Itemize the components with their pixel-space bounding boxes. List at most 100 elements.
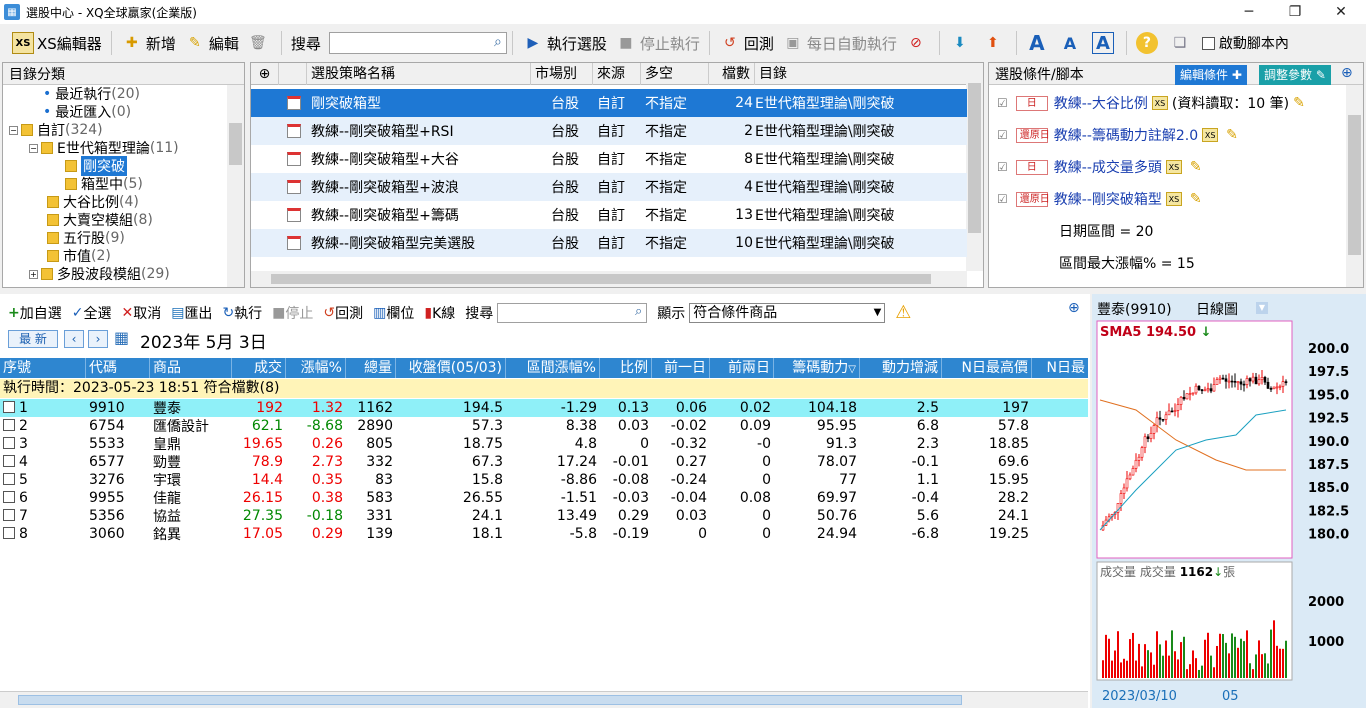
maximize-button[interactable]: ❐ [1272,0,1318,24]
latest-button[interactable]: 最 新 [8,330,58,348]
backtest-results-button[interactable]: ↺ 回測 [323,303,363,323]
run-results-button[interactable]: ↻ 執行 [222,303,262,323]
columns-button[interactable]: ▥ 欄位 [373,303,414,323]
font-reset-button[interactable]: A [1088,28,1121,58]
col-dir[interactable]: 目錄 [755,63,967,85]
col-source[interactable]: 來源 [593,63,641,85]
import-button[interactable]: ⬇ [945,28,978,58]
row-checkbox[interactable] [3,437,15,449]
edit-button[interactable]: ✎ 編輯 [180,28,243,58]
zoom-icon[interactable]: ⊕ [1068,300,1080,316]
adjust-params-button[interactable]: 調整參數 ✎ [1259,65,1331,85]
chevron-down-icon[interactable]: ▼ [1256,302,1268,314]
strategy-row[interactable]: 教練--剛突破箱型+大谷 台股 自訂 不指定 8 E世代箱型理論\剛突破 [251,145,967,173]
tree-item-five-element[interactable]: 五行股 (9) [47,229,125,247]
cancel-schedule-button[interactable]: ⊘ [901,28,934,58]
result-row[interactable]: 8 3060 銘異 17.05 0.29 139 18.1 -5.8 -0.19 0 0 24.94 -… [0,525,1088,543]
row-checkbox[interactable] [3,401,15,413]
result-row[interactable]: 3 5533 皇鼎 19.65 0.26 805 18.75 4.8 0 -0.32 -0 91.3 2… [0,435,1088,453]
row-checkbox[interactable] [3,473,15,485]
help-button[interactable]: ? [1132,28,1165,58]
col-n-more[interactable]: N日最 [1032,358,1088,378]
pencil-icon[interactable]: ✎ [1190,191,1202,207]
search-input[interactable]: ⌕ [328,32,507,54]
result-row[interactable]: 1 9910 豐泰 192 1.32 1162 194.5 -1.29 0.13 0.06 0.02… [0,399,1088,417]
col-count[interactable]: 檔數 [709,63,755,85]
xs-icon[interactable]: XS [1165,160,1182,174]
tree-item-multi-wave[interactable]: + 多股波段模組 (29) [29,265,170,283]
stop-results-button[interactable]: ■ 停止 [272,303,313,323]
pencil-icon[interactable]: ✎ [1190,159,1202,175]
tree-item-just-break[interactable]: 剛突破 [65,156,127,176]
close-button[interactable]: ✕ [1318,0,1364,24]
condition-row[interactable]: ☑ 日教練--大谷比例 XS (資料讀取：10 筆) ✎ [989,87,1347,119]
row-checkbox[interactable] [3,419,15,431]
col-price[interactable]: 成交 [232,358,286,378]
condition-row[interactable]: ☑ 還原日 教練--剛突破箱型 XS ✎ [989,183,1347,215]
condition-row[interactable]: ☑ 還原日 教練--籌碼動力註解2.0 XS ✎ [989,119,1347,151]
search-icon[interactable]: ⌕ [494,34,502,50]
xs-icon[interactable]: XS [1151,96,1168,110]
col-market[interactable]: 市場別 [531,63,593,85]
condition-name[interactable]: 教練--籌碼動力註解2.0 [1054,125,1198,145]
add-button[interactable]: ✚ 新增 [117,28,180,58]
display-select[interactable]: 符合條件商品 ▼ [689,302,886,323]
prev-date-button[interactable]: ‹ [64,330,84,348]
tree-item-box-theory[interactable]: − E世代箱型理論 (11) [29,139,179,157]
strategy-row[interactable]: 教練--剛突破箱型完美選股 台股 自訂 不指定 10 E世代箱型理論\剛突破 [251,229,967,257]
col-code[interactable]: 代碼 [86,358,150,378]
tree-item-short[interactable]: 大賣空模組 (8) [47,211,153,229]
tree-item-in-box[interactable]: 箱型中 (5) [65,175,143,193]
col-range[interactable]: 區間漲幅% [506,358,600,378]
xs-icon[interactable]: XS [1165,192,1182,206]
col-chg[interactable]: 漲幅% [286,358,346,378]
run-button[interactable]: ▶ 執行選股 [518,28,611,58]
col-seq[interactable]: 序號 [0,358,86,378]
tree-item-recent-run[interactable]: • 最近執行 (20) [43,85,140,103]
col-ls[interactable]: 多空 [641,63,709,85]
tree-item-market-cap[interactable]: 市值 (2) [47,247,111,265]
col-name[interactable]: 選股策略名稱 [307,63,531,85]
kline-button[interactable]: ▮ K線 [424,303,455,323]
col-delta[interactable]: 動力增減 [860,358,942,378]
warning-icon[interactable]: ⚠ [895,302,911,323]
result-row[interactable]: 2 6754 匯僑設計 62.1 -8.68 2890 57.3 8.38 0.03 -0.02 0… [0,417,1088,435]
xs-icon[interactable]: XS [1202,128,1219,142]
delete-button[interactable]: 🗑 [243,28,276,58]
condition-checkbox[interactable]: ☑ [997,96,1008,110]
strategy-hscrollbar[interactable] [251,271,967,287]
col-chip[interactable]: 籌碼動力▽ [774,358,860,378]
condition-name[interactable]: 教練--大谷比例 [1054,93,1148,113]
search-icon[interactable]: ⌕ [635,304,642,319]
stop-button[interactable]: ■ 停止執行 [611,28,704,58]
col-close[interactable]: 收盤價(05/03) [396,358,506,378]
zoom-icon[interactable]: ⊕ [1341,65,1353,81]
daily-auto-button[interactable]: ▣ 每日自動執行 [778,28,901,58]
calendar-icon[interactable]: ▦ [114,328,129,347]
edit-conditions-button[interactable]: 編輯條件 ✚ [1175,65,1247,85]
layout-button[interactable]: ❏ [1165,28,1198,58]
expand-icon[interactable]: + [29,269,38,279]
result-row[interactable]: 6 9955 佳龍 26.15 0.38 583 26.55 -1.51 -0.03 -0.04 0… [0,489,1088,507]
strategy-row[interactable]: 教練--剛突破箱型+籌碼 台股 自訂 不指定 13 E世代箱型理論\剛突破 [251,201,967,229]
row-checkbox[interactable] [3,455,15,467]
row-checkbox[interactable] [3,527,15,539]
results-search-input[interactable]: ⌕ [497,302,648,323]
strategy-row[interactable]: 教練--剛突破箱型+波浪 台股 自訂 不指定 4 E世代箱型理論\剛突破 [251,173,967,201]
backtest-button[interactable]: ↺ 回測 [715,28,778,58]
result-row[interactable]: 7 5356 協益 27.35 -0.18 331 24.1 13.49 0.29 0.03 0 50… [0,507,1088,525]
row-checkbox[interactable] [3,509,15,521]
conditions-scrollbar[interactable] [1346,85,1363,287]
col-product[interactable]: 商品 [150,358,232,378]
price-chart[interactable]: 200.0 197.5 195.0 192.5 190.0 187.5 185.0 182.5… [1096,320,1366,708]
strategy-row[interactable]: 教練--剛突破箱型+RSI 台股 自訂 不指定 2 E世代箱型理論\剛突破 [251,117,967,145]
add-fav-button[interactable]: + 加自選 [8,303,62,323]
tree-scrollbar[interactable] [227,85,244,287]
condition-name[interactable]: 教練--成交量多頭 [1054,157,1162,177]
result-row[interactable]: 4 6577 勁豐 78.9 2.73 332 67.3 17.24 -0.01 0.27 0 78.… [0,453,1088,471]
col-d2[interactable]: 前兩日 [710,358,774,378]
condition-checkbox[interactable]: ☑ [997,160,1008,174]
strategy-scrollbar[interactable] [966,63,983,271]
row-checkbox[interactable] [3,491,15,503]
minimize-button[interactable]: ─ [1226,0,1272,24]
